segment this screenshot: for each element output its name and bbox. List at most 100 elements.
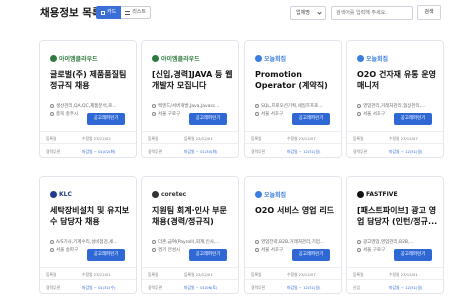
list-view-button[interactable]: 리스트 bbox=[121, 6, 152, 19]
company-logo-mark bbox=[255, 190, 262, 198]
experience-label: 경력무관 bbox=[46, 285, 60, 290]
date-label: 등록일 bbox=[148, 272, 159, 277]
card-divider bbox=[40, 267, 136, 268]
deadline-value: 마감일 ~ 01/06(토) bbox=[184, 285, 218, 290]
card-divider bbox=[40, 143, 136, 144]
company-logo-text: coretec bbox=[161, 190, 187, 198]
location-icon bbox=[152, 112, 156, 116]
card-divider bbox=[347, 131, 443, 132]
person-icon bbox=[255, 104, 259, 108]
company-logo-mark bbox=[357, 54, 364, 62]
date-value: 수정일 23/12/07 bbox=[389, 136, 418, 141]
job-card[interactable]: FASTFIVE [패스트파이브] 광고 영업 담당자 (인턴/정규... 광고… bbox=[346, 176, 444, 294]
experience-label: 경력무관 bbox=[148, 285, 162, 290]
job-title[interactable]: Promotion Operator (계약직) bbox=[255, 69, 337, 91]
view-posting-button[interactable]: 공고레퍼런기 bbox=[87, 249, 125, 261]
company-logo: 오늘회집 bbox=[255, 53, 286, 63]
card-view-label: 카드 bbox=[107, 9, 117, 15]
company-logo: 오늘회집 bbox=[255, 189, 286, 199]
card-divider bbox=[142, 279, 238, 280]
company-logo-text: 아이엠클라우드 bbox=[161, 55, 200, 63]
job-category-text: 영업관리,거래처관리,협상관리,... bbox=[363, 104, 426, 109]
view-posting-button[interactable]: 공고레퍼런기 bbox=[87, 113, 125, 125]
location-icon bbox=[152, 248, 156, 252]
job-card[interactable]: 아이엠클라우드 글로벌(주) 제품품질팀 정규직 채용 생산관리,QA,QC,제… bbox=[39, 40, 137, 158]
view-posting-button[interactable]: 공고레퍼런기 bbox=[292, 113, 330, 125]
job-location-text: 서울 송파구 bbox=[56, 248, 79, 253]
company-logo: 아이엠클라우드 bbox=[50, 53, 98, 63]
search-button[interactable]: 검색 bbox=[417, 5, 441, 20]
job-card[interactable]: 오늘회집 O2O 건자재 유통 운영 매니저 영업관리,거래처관리,협상관리,.… bbox=[346, 40, 444, 158]
job-title[interactable]: O2O 건자재 유통 운영 매니저 bbox=[357, 69, 439, 91]
location-icon bbox=[255, 112, 259, 116]
person-icon bbox=[357, 104, 361, 108]
job-title[interactable]: 글로벌(주) 제품품질팀 정규직 채용 bbox=[50, 69, 132, 91]
person-icon bbox=[152, 104, 156, 108]
card-divider bbox=[347, 143, 443, 144]
date-label: 등록일 bbox=[148, 136, 159, 141]
date-label: 등록일 bbox=[353, 136, 364, 141]
job-location-text: 서울 서초구 bbox=[363, 112, 386, 117]
person-icon bbox=[50, 104, 54, 108]
job-category-text: 백엔드/서버개발,Java,Javasc... bbox=[158, 104, 220, 109]
person-icon bbox=[50, 240, 54, 244]
date-label: 등록일 bbox=[353, 272, 364, 277]
job-title[interactable]: O2O 서비스 영업 리드 bbox=[255, 205, 337, 216]
company-logo-mark bbox=[50, 54, 57, 62]
card-divider bbox=[347, 279, 443, 280]
job-category-text: 더존,급여(Payroll),회계,인사,... bbox=[158, 240, 220, 245]
person-icon bbox=[152, 240, 156, 244]
card-divider bbox=[40, 279, 136, 280]
view-posting-button[interactable]: 공고레퍼런기 bbox=[292, 249, 330, 261]
company-logo-text: 오늘회집 bbox=[264, 55, 287, 63]
company-logo-mark bbox=[255, 54, 262, 62]
deadline-value: 마감일 ~ 12/31(일) bbox=[389, 285, 423, 290]
job-title[interactable]: 세탁장비설치 및 유지보수 담당자 채용 bbox=[50, 205, 132, 227]
job-card[interactable]: 아이엠클라우드 [신입,경력]JAVA 등 웹 개발자 모집니다 백엔드/서버개… bbox=[141, 40, 239, 158]
person-icon bbox=[255, 240, 259, 244]
company-logo-text: 오늘회집 bbox=[264, 191, 287, 199]
chevron-down-icon bbox=[317, 10, 322, 15]
view-posting-button[interactable]: 공고레퍼런기 bbox=[394, 113, 432, 125]
view-posting-button[interactable]: 공고레퍼런기 bbox=[189, 249, 227, 261]
search-filter-select[interactable]: 업체명 bbox=[290, 6, 326, 20]
company-logo: coretec bbox=[152, 189, 186, 199]
view-posting-button[interactable]: 공고레퍼런기 bbox=[394, 249, 432, 261]
job-category-text: 영업전략,B2B,거래처관리,기업... bbox=[261, 240, 325, 245]
view-posting-button[interactable]: 공고레퍼런기 bbox=[189, 113, 227, 125]
company-logo-mark bbox=[50, 190, 57, 198]
job-card[interactable]: 오늘회집 O2O 서비스 영업 리드 영업전략,B2B,거래처관리,기업... … bbox=[244, 176, 342, 294]
card-divider bbox=[245, 131, 341, 132]
select-value: 업체명 bbox=[296, 10, 310, 16]
company-logo-text: 오늘회집 bbox=[366, 55, 389, 63]
date-value: 등록일 23/12/01 bbox=[184, 136, 213, 141]
card-divider bbox=[142, 143, 238, 144]
job-title[interactable]: [패스트파이브] 광고 영업 담당자 (인턴/정규... bbox=[357, 205, 439, 227]
job-location-text: 충북 충주시 bbox=[56, 112, 79, 117]
person-icon bbox=[357, 240, 361, 244]
experience-label: 신입 bbox=[353, 285, 360, 290]
experience-label: 경력무관 bbox=[251, 149, 265, 154]
job-category: A/S기사,기계수리,설비점검,세... bbox=[50, 239, 132, 245]
deadline-value: 마감일 ~ 12/31(일) bbox=[389, 149, 423, 154]
job-title[interactable]: 지원팀 회계·인사 부문 채용(경력/정규직) bbox=[152, 205, 234, 227]
search-input[interactable] bbox=[331, 6, 413, 20]
job-category: 영업관리,거래처관리,협상관리,... bbox=[357, 103, 439, 109]
job-card[interactable]: 오늘회집 Promotion Operator (계약직) SQL,프로모션기획… bbox=[244, 40, 342, 158]
job-card[interactable]: coretec 지원팀 회계·인사 부문 채용(경력/정규직) 더존,급여(Pa… bbox=[141, 176, 239, 294]
date-label: 등록일 bbox=[251, 136, 262, 141]
card-divider bbox=[347, 267, 443, 268]
top-bar: 채용정보 목록 카드 리스트 업체명 검색 bbox=[0, 0, 474, 26]
experience-label: 경력무관 bbox=[353, 149, 367, 154]
card-divider bbox=[40, 131, 136, 132]
job-location-text: 서울 구로구 bbox=[158, 112, 181, 117]
location-icon bbox=[357, 112, 361, 116]
company-logo: KLC bbox=[50, 189, 72, 199]
card-divider bbox=[245, 267, 341, 268]
card-view-button[interactable]: 카드 bbox=[96, 6, 122, 19]
date-value: 수정일 23/12/01 bbox=[389, 272, 418, 277]
job-category: 광고영업,영업관리,B2B,... bbox=[357, 239, 439, 245]
job-title[interactable]: [신입,경력]JAVA 등 웹 개발자 모집니다 bbox=[152, 69, 234, 91]
job-card[interactable]: KLC 세탁장비설치 및 유지보수 담당자 채용 A/S기사,기계수리,설비점검… bbox=[39, 176, 137, 294]
company-logo-text: FASTFIVE bbox=[366, 190, 398, 198]
